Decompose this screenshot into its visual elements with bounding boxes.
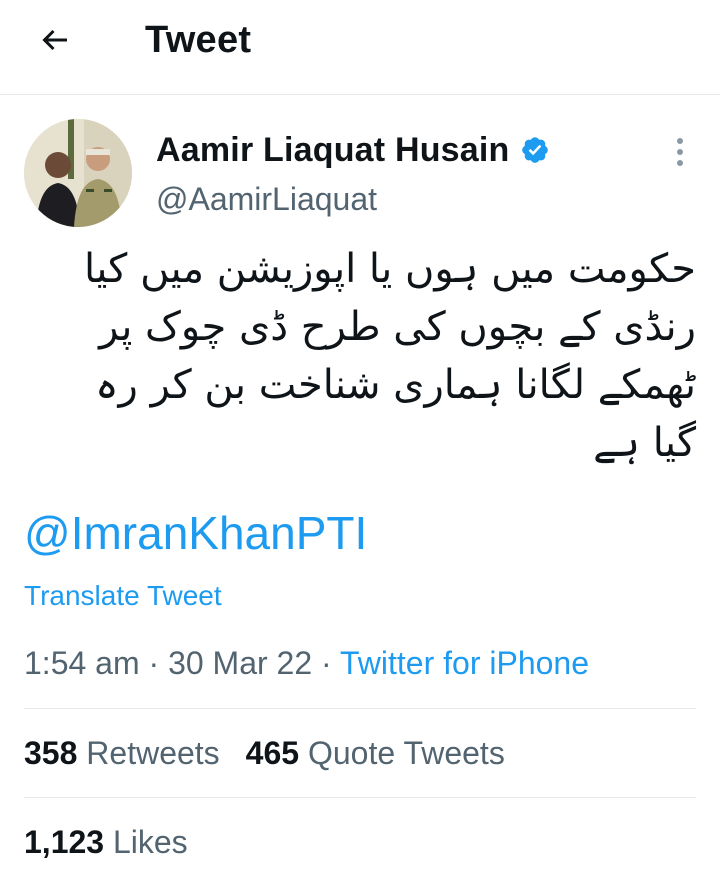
quote-tweets-label: Quote Tweets: [307, 735, 505, 771]
divider: [24, 708, 696, 709]
more-options-button[interactable]: [662, 134, 698, 170]
author-handle[interactable]: @AamirLiaquat: [156, 180, 377, 218]
retweets-stat[interactable]: 358 Retweets: [24, 733, 220, 773]
likes-stat[interactable]: 1,123 Likes: [24, 822, 188, 862]
mention-link[interactable]: @ImranKhanPTI: [24, 505, 367, 561]
tweet-line: ٹھمکے لگانا ہماری شناخت بن کر رہ: [95, 362, 696, 408]
avatar[interactable]: [24, 119, 132, 227]
page-title: Tweet: [145, 19, 252, 61]
likes-label: Likes: [112, 824, 188, 860]
arrow-left-icon: [42, 29, 67, 51]
tweet-time[interactable]: 1:54 am: [24, 645, 140, 681]
retweets-label: Retweets: [86, 735, 220, 771]
back-button[interactable]: [30, 18, 80, 62]
tweet-date[interactable]: 30 Mar 22: [168, 645, 312, 681]
quote-tweets-count: 465: [245, 735, 300, 771]
tweet-line: حکومت میں ہوں یا اپوزیشن میں کیا: [84, 246, 696, 292]
tweet-line: گیا ہے: [593, 420, 696, 466]
retweets-count: 358: [24, 735, 78, 771]
meta-separator: ·: [321, 645, 332, 681]
verified-badge-icon: [520, 135, 550, 165]
tweet-line: رنڈی کے بچوں کی طرح ڈی چوک پر: [99, 304, 696, 350]
more-vertical-icon: [677, 138, 683, 166]
tweet-source-link[interactable]: Twitter for iPhone: [340, 645, 589, 681]
author-name-row[interactable]: Aamir Liaquat Husain: [156, 130, 550, 170]
likes-count: 1,123: [24, 824, 105, 860]
likes-row: 1,123 Likes: [24, 822, 214, 862]
divider: [24, 797, 696, 798]
tweet-meta: 1:54 am · 30 Mar 22 · Twitter for iPhone: [24, 642, 589, 684]
tweet-text: حکومت میں ہوں یا اپوزیشن میں کیا رنڈی کے…: [24, 240, 696, 472]
meta-separator: ·: [148, 645, 160, 681]
profile-photo: [24, 119, 132, 227]
translate-tweet-link[interactable]: Translate Tweet: [24, 578, 222, 614]
quote-tweets-stat[interactable]: 465 Quote Tweets: [246, 733, 505, 773]
engagement-row: 358 Retweets 465 Quote Tweets: [24, 733, 531, 773]
top-bar: Tweet: [0, 0, 720, 95]
author-name: Aamir Liaquat Husain: [156, 131, 510, 169]
